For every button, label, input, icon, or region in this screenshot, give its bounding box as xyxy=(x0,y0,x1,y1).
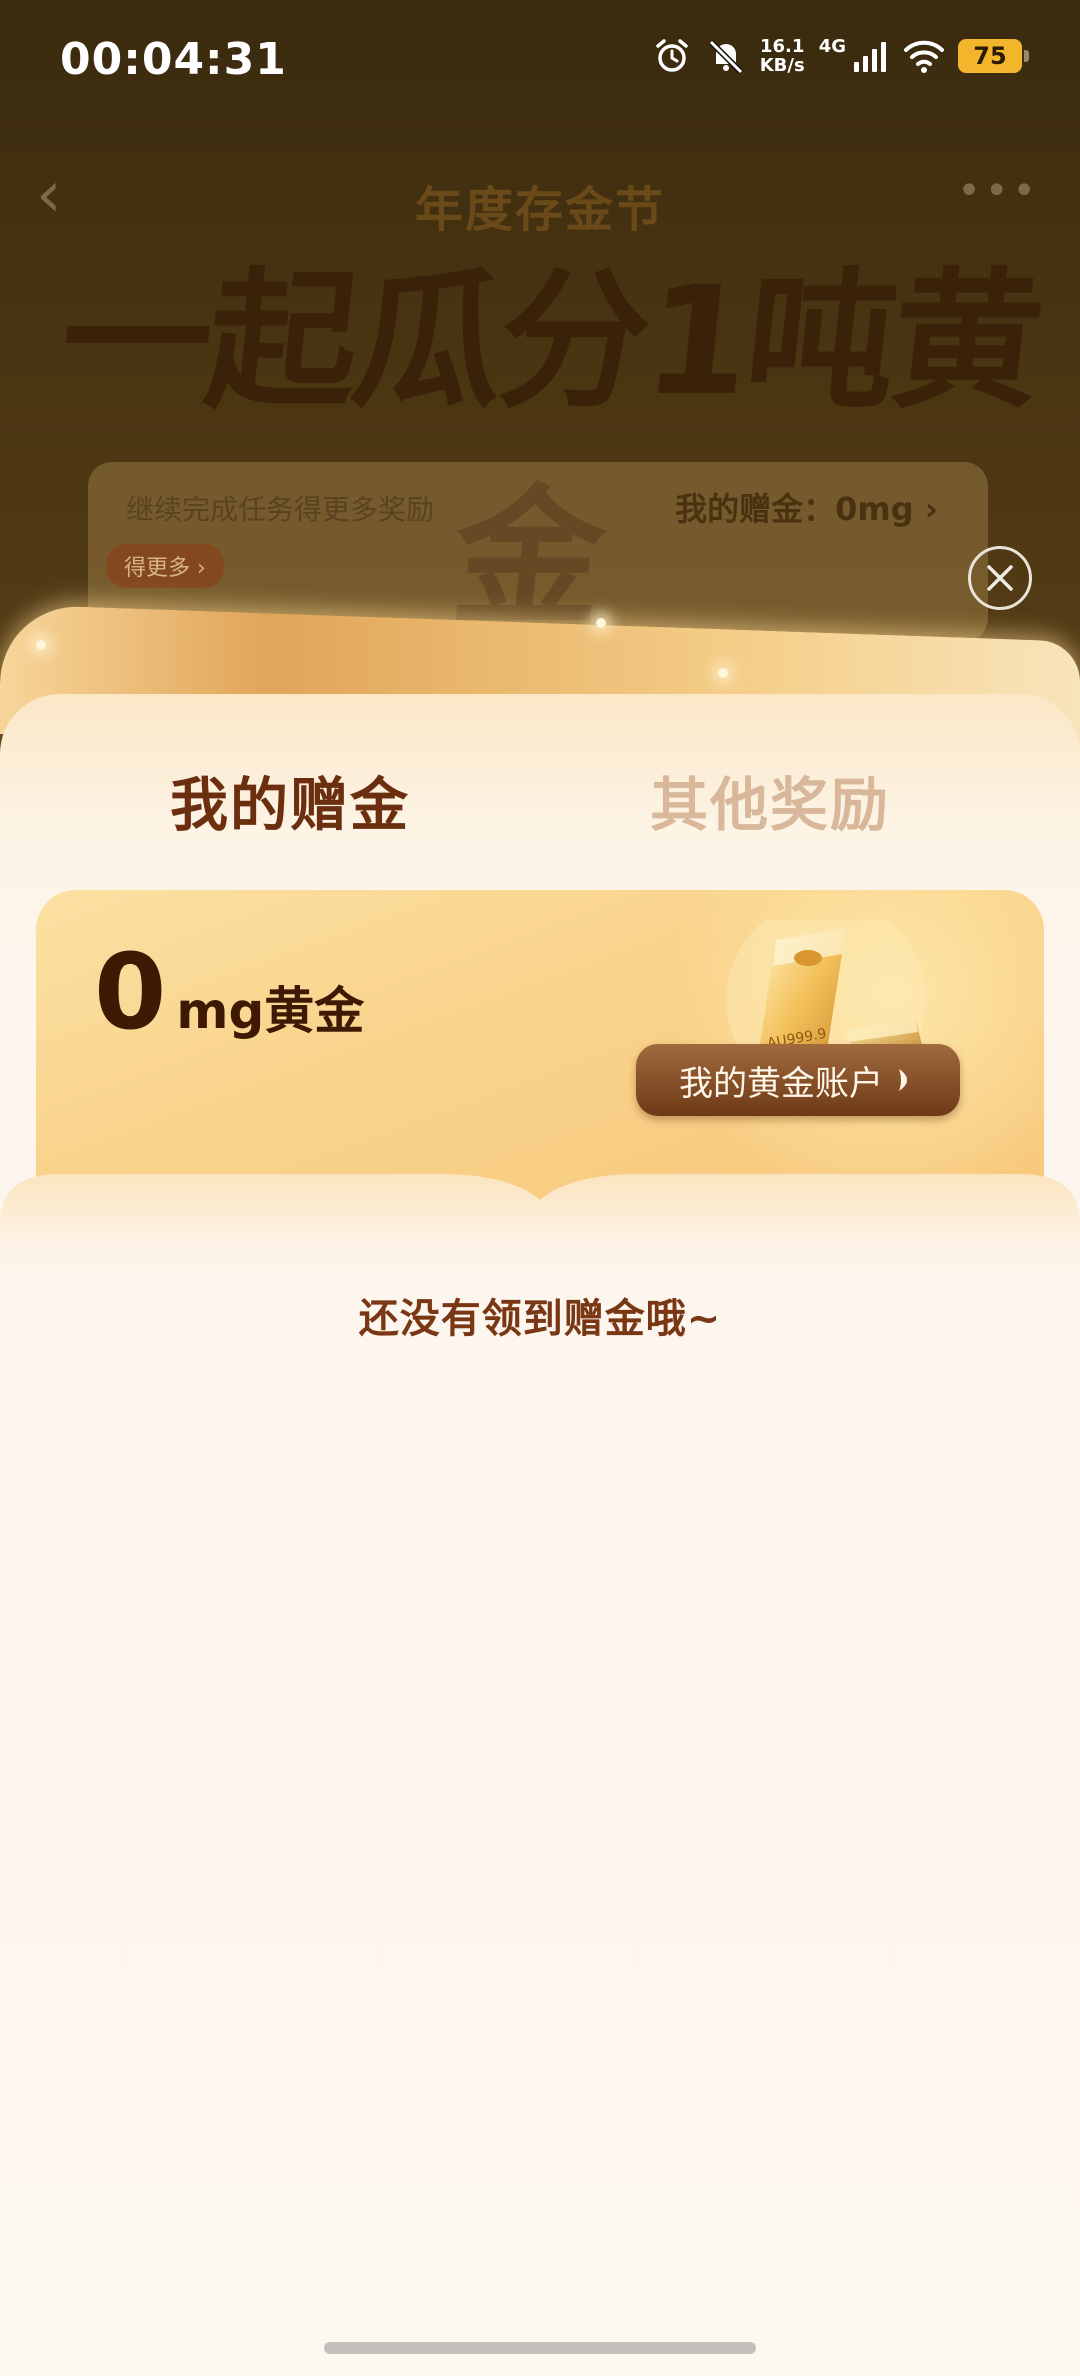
close-button[interactable] xyxy=(968,546,1032,610)
empty-state-message: 还没有领到赠金哦~ xyxy=(358,1296,722,1342)
arrow-right-icon xyxy=(899,1069,907,1091)
my-gold-account-label: 我的黄金账户 xyxy=(679,1063,883,1104)
background-card-pill: 得更多 › xyxy=(106,544,224,588)
card-wave-divider xyxy=(0,1174,1080,1284)
sparkle-decoration xyxy=(718,668,728,678)
signal-icon xyxy=(854,42,886,72)
rewards-sheet: 我的赠金 其他奖励 0 mg黄金 AU999.9 我的黄金账户 还没有领到赠金哦… xyxy=(0,694,1080,2376)
network-type: 4G xyxy=(818,35,846,57)
sparkle-decoration xyxy=(596,618,606,628)
alarm-icon xyxy=(655,39,688,72)
network-speed-unit: KB/s xyxy=(759,55,805,76)
wifi-icon xyxy=(904,40,944,73)
network-speed: 16.1 KB/s xyxy=(760,37,805,75)
mute-bell-icon xyxy=(708,39,743,75)
status-time: 00:04:31 xyxy=(60,34,287,85)
sparkle-decoration xyxy=(36,640,46,650)
my-gold-account-button[interactable]: 我的黄金账户 xyxy=(636,1044,960,1116)
gold-amount: 0 mg黄金 xyxy=(94,940,364,1044)
status-icons: 16.1 KB/s 4G 75 xyxy=(652,35,1029,76)
close-icon xyxy=(987,565,1013,591)
status-bar: 00:04:31 16.1 KB/s 4G 75 xyxy=(0,0,1080,120)
home-indicator[interactable] xyxy=(324,2342,756,2354)
network-speed-value: 16.1 xyxy=(759,36,805,57)
battery-indicator: 75 xyxy=(958,39,1029,73)
gold-amount-unit: mg黄金 xyxy=(176,982,365,1040)
gold-amount-value: 0 xyxy=(94,931,167,1053)
background-card-text: 继续完成任务得更多奖励 xyxy=(126,493,435,526)
tab-my-gift-gold[interactable]: 我的赠金 xyxy=(170,758,410,842)
background-card-gold-value: 我的赠金：0mg › xyxy=(675,490,938,528)
tab-other-rewards[interactable]: 其他奖励 xyxy=(650,758,890,842)
reward-tabs: 我的赠金 其他奖励 xyxy=(0,758,1080,839)
